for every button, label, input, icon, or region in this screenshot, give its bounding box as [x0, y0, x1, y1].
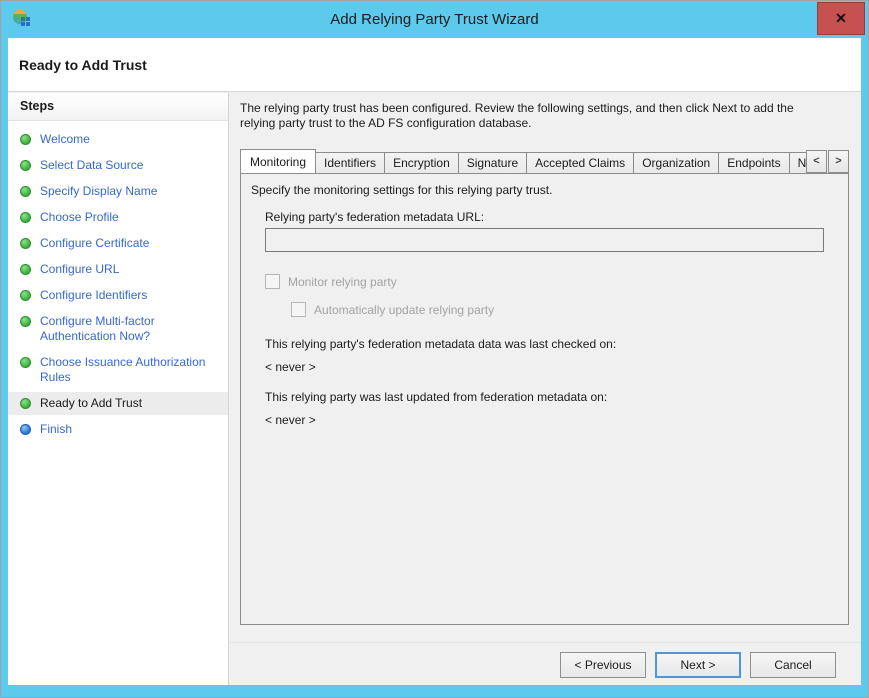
trust-properties-tab-control: Monitoring Identifiers Encryption Signature… [240, 148, 849, 625]
checkbox-box-icon [265, 274, 280, 289]
monitoring-tab-panel: Specify the monitoring settings for this… [240, 173, 849, 625]
sidebar-step-choose-issuance-authorization-rules[interactable]: Choose Issuance Authorization Rules [8, 351, 228, 389]
sidebar-step-select-data-source[interactable]: Select Data Source [8, 154, 228, 177]
step-status-dot-icon [20, 357, 31, 368]
tab-monitoring[interactable]: Monitoring [240, 149, 317, 173]
wizard-client-area: Ready to Add Trust Steps Welcome Select D… [8, 38, 861, 685]
step-status-dot-icon [20, 398, 31, 409]
sidebar-step-specify-display-name[interactable]: Specify Display Name [8, 180, 228, 203]
sidebar-step-configure-url[interactable]: Configure URL [8, 258, 228, 281]
previous-button[interactable]: < Previous [560, 652, 646, 678]
step-status-dot-icon [20, 160, 31, 171]
sidebar-step-ready-to-add-trust: Ready to Add Trust [8, 392, 228, 415]
steps-heading: Steps [8, 93, 228, 121]
sidebar-step-welcome[interactable]: Welcome [8, 128, 228, 151]
federation-metadata-url-label: Relying party's federation metadata URL: [265, 210, 485, 224]
step-status-dot-icon [20, 134, 31, 145]
wizard-footer: < Previous Next > Cancel [230, 642, 861, 678]
step-status-dot-icon [20, 424, 31, 435]
close-button[interactable]: ✕ [817, 2, 865, 35]
tab-accepted-claims[interactable]: Accepted Claims [526, 152, 635, 173]
tab-endpoints[interactable]: Endpoints [718, 152, 790, 173]
intro-text: The relying party trust has been configu… [240, 101, 794, 130]
monitoring-instruction: Specify the monitoring settings for this… [251, 183, 553, 197]
steps-list: Welcome Select Data Source Specify Display… [8, 128, 228, 441]
sidebar-step-configure-identifiers[interactable]: Configure Identifiers [8, 284, 228, 307]
next-button[interactable]: Next > [655, 652, 741, 678]
sidebar-step-configure-certificate[interactable]: Configure Certificate [8, 232, 228, 255]
wizard-window: Add Relying Party Trust Wizard ✕ Ready t… [0, 0, 869, 698]
sidebar-step-choose-profile[interactable]: Choose Profile [8, 206, 228, 229]
step-label: Configure URL [40, 262, 120, 276]
page-header: Ready to Add Trust [8, 38, 861, 92]
tab-encryption[interactable]: Encryption [384, 152, 459, 173]
step-status-dot-icon [20, 290, 31, 301]
federation-metadata-url-input[interactable] [265, 228, 824, 252]
tab-scroll-right-button[interactable]: > [828, 150, 849, 173]
step-label: Configure Identifiers [40, 288, 148, 302]
cancel-button[interactable]: Cancel [750, 652, 836, 678]
step-label: Configure Certificate [40, 236, 150, 250]
step-label: Welcome [40, 132, 90, 146]
step-label: Choose Issuance Authorization Rules [40, 355, 206, 384]
checkbox-box-icon [291, 302, 306, 317]
steps-sidebar: Steps Welcome Select Data Source Specify D… [8, 93, 229, 685]
sidebar-step-configure-multi-factor-authentication-now[interactable]: Configure Multi-factor Authentication No… [8, 310, 228, 348]
last-updated-value: < never > [265, 413, 316, 427]
step-label: Configure Multi-factor Authentication No… [40, 314, 155, 343]
tab-signature[interactable]: Signature [457, 152, 528, 173]
tab-identifiers[interactable]: Identifiers [315, 152, 386, 173]
last-updated-label: This relying party was last updated from… [265, 390, 608, 404]
step-status-dot-icon [20, 186, 31, 197]
page-title: Ready to Add Trust [19, 56, 147, 73]
last-checked-value: < never > [265, 360, 316, 374]
tab-strip: Monitoring Identifiers Encryption Signature… [240, 148, 849, 173]
auto-update-relying-party-label: Automatically update relying party [314, 302, 495, 317]
step-status-dot-icon [20, 212, 31, 223]
monitor-relying-party-label: Monitor relying party [288, 274, 397, 289]
tab-organization[interactable]: Organization [633, 152, 720, 173]
step-label: Ready to Add Trust [40, 396, 143, 410]
tab-scroll-buttons: < > [805, 150, 849, 173]
last-checked-label: This relying party's federation metadata… [265, 337, 617, 351]
auto-update-relying-party-checkbox[interactable]: Automatically update relying party [291, 302, 494, 317]
tab-scroll-left-button[interactable]: < [806, 150, 827, 173]
step-status-dot-icon [20, 264, 31, 275]
step-status-dot-icon [20, 316, 31, 327]
step-label: Select Data Source [40, 158, 144, 172]
main-content: The relying party trust has been configu… [230, 93, 861, 685]
sidebar-step-finish: Finish [8, 418, 228, 441]
titlebar[interactable]: Add Relying Party Trust Wizard ✕ [1, 1, 868, 38]
monitor-relying-party-checkbox[interactable]: Monitor relying party [265, 274, 397, 289]
window-title: Add Relying Party Trust Wizard [330, 11, 539, 28]
step-status-dot-icon [20, 238, 31, 249]
step-label: Choose Profile [40, 210, 119, 224]
step-label: Specify Display Name [40, 184, 158, 198]
step-label: Finish [40, 422, 73, 436]
